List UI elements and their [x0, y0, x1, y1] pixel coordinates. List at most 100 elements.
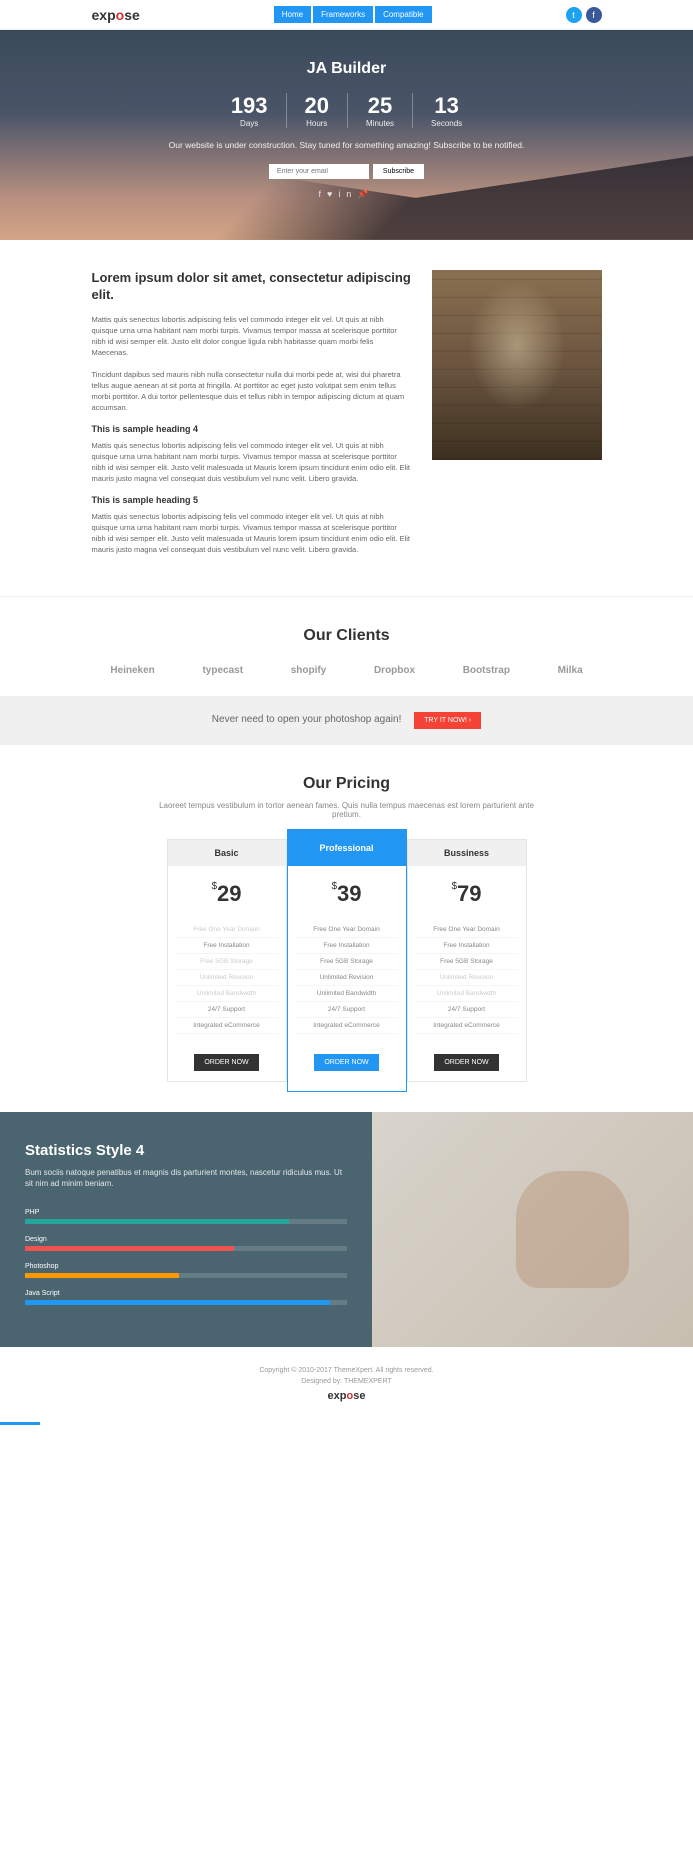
stats-image — [372, 1112, 693, 1347]
countdown-item: 13Seconds — [413, 93, 480, 128]
plan-name: Basic — [168, 840, 286, 866]
cta-button[interactable]: TRY IT NOW! › — [414, 712, 481, 729]
hero-social-icons: f♥in📌 — [92, 189, 602, 200]
content-para: Mattis quis senectus lobortis adipiscing… — [92, 440, 412, 485]
copyright: Copyright © 2010-2017 ThemeXpert. All ri… — [0, 1367, 693, 1374]
order-button[interactable]: ORDER NOW — [434, 1054, 498, 1071]
skill-track — [25, 1273, 347, 1278]
pricing-card: Professional $39 Free One Year DomainFre… — [287, 829, 407, 1092]
content-heading: Lorem ipsum dolor sit amet, consectetur … — [92, 270, 412, 304]
pricing-card: Bussiness $79 Free One Year DomainFree I… — [407, 839, 527, 1082]
plan-feature: Integrated eCommerce — [176, 1018, 278, 1034]
skill-bar: PHP — [25, 1209, 347, 1224]
nav-compatible[interactable]: Compatible — [375, 6, 431, 23]
header: expose Home Frameworks Compatible t f — [0, 0, 693, 30]
facebook-icon[interactable]: f — [586, 7, 602, 23]
plan-price: $79 — [408, 866, 526, 922]
stats-desc: Bum sociis natoque penatibus et magnis d… — [25, 1167, 347, 1189]
cta-text: Never need to open your photoshop again! — [212, 714, 402, 725]
countdown-item: 193Days — [213, 93, 287, 128]
content-text: Lorem ipsum dolor sit amet, consectetur … — [92, 270, 412, 566]
countdown: 193Days20Hours25Minutes13Seconds — [92, 93, 602, 128]
count-label: Hours — [305, 119, 329, 128]
plan-price: $29 — [168, 866, 286, 922]
count-number: 20 — [305, 93, 329, 119]
clients-logos: Heineken typecast shopify Dropbox Bootstrap M… — [92, 665, 602, 676]
content-section: Lorem ipsum dolor sit amet, consectetur … — [0, 240, 693, 596]
plan-feature: Integrated eCommerce — [416, 1018, 518, 1034]
plan-feature: Free 5GB Storage — [416, 954, 518, 970]
cta-bar: Never need to open your photoshop again!… — [0, 696, 693, 745]
skill-bar: Design — [25, 1236, 347, 1251]
skill-track — [25, 1219, 347, 1224]
stats-section: Statistics Style 4 Bum sociis natoque pe… — [0, 1112, 693, 1347]
twitter-icon[interactable]: ♥ — [327, 189, 338, 199]
plan-name: Professional — [288, 830, 406, 866]
stats-title: Statistics Style 4 — [25, 1142, 347, 1159]
skill-label: Design — [25, 1236, 347, 1243]
hero-text: Our website is under construction. Stay … — [92, 140, 602, 152]
logo[interactable]: expose — [92, 7, 140, 23]
footer-logo[interactable]: expose — [0, 1390, 693, 1402]
plan-feature: Unlimited Bandwidth — [176, 986, 278, 1002]
plan-feature: 24/7 Support — [176, 1002, 278, 1018]
hero-title: JA Builder — [92, 60, 602, 78]
content-para: Mattis quis senectus lobortis adipiscing… — [92, 511, 412, 556]
plan-feature: Unlimited Revision — [296, 970, 398, 986]
clients-title: Our Clients — [92, 627, 602, 645]
plan-price: $39 — [288, 866, 406, 922]
subscribe-button[interactable]: Subscribe — [373, 164, 424, 179]
pricing-card: Basic $29 Free One Year DomainFree Insta… — [167, 839, 287, 1082]
skill-fill — [25, 1219, 289, 1224]
client-logo: shopify — [291, 665, 327, 676]
count-label: Days — [231, 119, 268, 128]
plan-feature: 24/7 Support — [296, 1002, 398, 1018]
client-logo: Heineken — [110, 665, 154, 676]
plan-feature: Unlimited Bandwidth — [416, 986, 518, 1002]
linkedin-icon[interactable]: in — [338, 189, 357, 199]
skill-bar: Java Script — [25, 1290, 347, 1305]
plan-feature: Free Installation — [296, 938, 398, 954]
content-para: Tincidunt dapibus sed mauris nibh nulla … — [92, 369, 412, 414]
order-button[interactable]: ORDER NOW — [314, 1054, 378, 1071]
plan-name: Bussiness — [408, 840, 526, 866]
twitter-icon[interactable]: t — [566, 7, 582, 23]
content-image — [432, 270, 602, 460]
plan-feature: Free One Year Domain — [176, 922, 278, 938]
stats-left: Statistics Style 4 Bum sociis natoque pe… — [0, 1112, 372, 1347]
plan-feature: Free Installation — [416, 938, 518, 954]
content-heading-4: This is sample heading 4 — [92, 424, 412, 434]
plan-feature: Free 5GB Storage — [176, 954, 278, 970]
plan-feature: Unlimited Revision — [176, 970, 278, 986]
clients-section: Our Clients Heineken typecast shopify Dropb… — [0, 596, 693, 696]
pinterest-icon[interactable]: 📌 — [357, 189, 374, 199]
skill-label: PHP — [25, 1209, 347, 1216]
plan-feature: Unlimited Revision — [416, 970, 518, 986]
pricing-subtitle: Laoreet tempus vestibulum in tortor aene… — [147, 801, 547, 819]
count-label: Seconds — [431, 119, 462, 128]
facebook-icon[interactable]: f — [318, 189, 327, 199]
client-logo: Milka — [558, 665, 583, 676]
footer-accent-bar — [0, 1422, 40, 1425]
hero-section: JA Builder 193Days20Hours25Minutes13Seco… — [0, 30, 693, 240]
designed-by: Designed by: THEMEXPERT — [0, 1378, 693, 1385]
plan-feature: Integrated eCommerce — [296, 1018, 398, 1034]
nav-home[interactable]: Home — [274, 6, 311, 23]
pricing-row: Basic $29 Free One Year Domain Free Insta… — [92, 839, 602, 1082]
skill-fill — [25, 1246, 234, 1251]
plan-feature: 24/7 Support — [416, 1002, 518, 1018]
skill-fill — [25, 1273, 179, 1278]
order-button[interactable]: ORDER NOW — [194, 1054, 258, 1071]
skill-track — [25, 1246, 347, 1251]
client-logo: typecast — [202, 665, 243, 676]
skill-fill — [25, 1300, 330, 1305]
client-logo: Dropbox — [374, 665, 415, 676]
footer: Copyright © 2010-2017 ThemeXpert. All ri… — [0, 1347, 693, 1422]
count-label: Minutes — [366, 119, 394, 128]
email-input[interactable] — [269, 164, 369, 179]
nav-frameworks[interactable]: Frameworks — [313, 6, 373, 23]
client-logo: Bootstrap — [463, 665, 510, 676]
subscribe-form: Subscribe — [92, 164, 602, 179]
count-number: 193 — [231, 93, 268, 119]
count-number: 13 — [431, 93, 462, 119]
